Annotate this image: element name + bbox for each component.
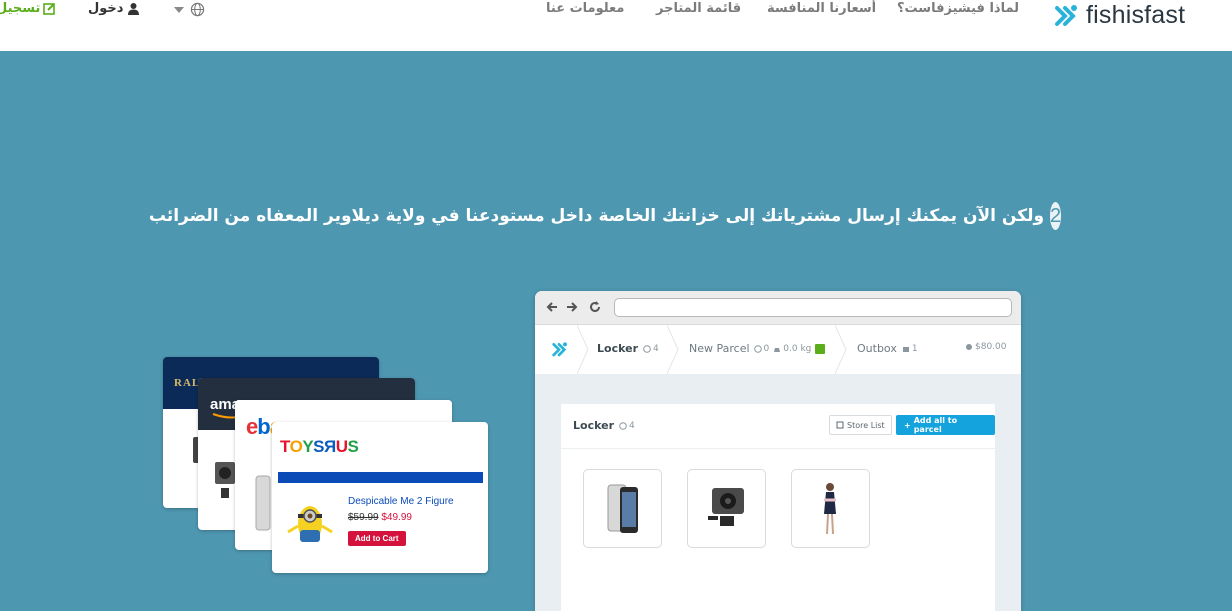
iphone-product-icon [255, 475, 271, 531]
language-selector[interactable] [174, 2, 205, 17]
minion-figure-icon [287, 506, 333, 542]
locker-panel-header: Locker 4 [573, 419, 635, 432]
store-list-button[interactable]: Store List [829, 415, 892, 435]
toysrus-banner [278, 472, 483, 483]
reload-icon[interactable] [589, 301, 601, 313]
gopro-product-icon [215, 462, 235, 498]
wallet-icon [966, 344, 972, 350]
clock-icon [619, 421, 627, 430]
store-card-toysrus: TOYSЯUS Despicable Me 2 Figure $59.99 $4… [272, 422, 488, 573]
back-arrow-icon[interactable] [546, 301, 558, 313]
chevron-down-icon [174, 6, 184, 13]
gopro-product-icon [708, 488, 744, 526]
hero-headline: 2 ولكن الآن يمكنك إرسال مشترياتك إلى خزا… [149, 202, 1062, 230]
add-to-cart-button[interactable]: Add to Cart [348, 531, 406, 546]
box-icon [902, 346, 909, 352]
new-parcel-count: 0 [763, 343, 770, 354]
parcel-status-icon [815, 343, 826, 354]
store-list-label: Store List [847, 420, 885, 430]
nav-store-list[interactable]: قائمة المتاجر [656, 1, 741, 16]
hero-headline-text: ولكن الآن يمكنك إرسال مشترياتك إلى خزانت… [148, 206, 1045, 226]
login-label: دخول [88, 1, 124, 16]
step-number-badge: 2 [1050, 202, 1062, 230]
locker-item-gopro[interactable] [687, 469, 766, 548]
add-all-to-parcel-button[interactable]: + Add all to parcel [896, 415, 995, 435]
clock-icon [643, 344, 651, 353]
globe-icon [190, 2, 205, 17]
tab-locker-label: Locker [597, 342, 638, 355]
register-link[interactable]: تسجيل [0, 1, 56, 16]
tab-divider [667, 325, 679, 374]
browser-window-mock: Locker 4 New Parcel 0 0.0 kg Outbox 1 $8… [535, 291, 1021, 611]
address-bar[interactable] [614, 298, 1012, 317]
tab-divider [577, 325, 589, 374]
nav-pricing[interactable]: أسعارنا المنافسة [767, 1, 876, 16]
fishisfast-app-logo-icon[interactable] [549, 339, 569, 359]
locker-panel-count-chip: 4 [619, 421, 635, 431]
tab-locker[interactable]: Locker 4 [597, 342, 659, 355]
add-all-label: Add all to parcel [913, 416, 958, 434]
top-navbar: fishisfast لماذا فيشيزفاست؟ أسعارنا المن… [0, 0, 1232, 51]
locker-item-dress[interactable] [791, 469, 870, 548]
locker-count: 4 [653, 343, 659, 354]
clock-icon [753, 344, 762, 353]
app-tabs: Locker 4 New Parcel 0 0.0 kg Outbox 1 $8… [535, 325, 1021, 375]
forward-arrow-icon[interactable] [566, 301, 578, 313]
locker-item-iphone[interactable] [583, 469, 662, 548]
panel-divider [561, 448, 995, 449]
new-parcel-weight-chip: 0.0 kg [773, 344, 811, 354]
user-icon [128, 3, 140, 15]
outbox-count-chip: 1 [902, 344, 918, 354]
brand-name: fishisfast [1086, 0, 1186, 29]
tab-outbox-label: Outbox [857, 342, 897, 355]
nav-about[interactable]: معلومات عنا [546, 1, 624, 16]
new-parcel-weight: 0.0 kg [783, 343, 812, 354]
fishisfast-logo-icon [1055, 5, 1077, 26]
tab-new-parcel[interactable]: New Parcel 0 0.0 kg [689, 342, 826, 355]
weight-icon [774, 347, 781, 352]
login-link[interactable]: دخول [88, 1, 140, 16]
outbox-count: 1 [911, 343, 918, 354]
edit-icon [43, 3, 56, 15]
brand[interactable]: fishisfast [1050, 0, 1185, 30]
iphone-product-icon [607, 484, 638, 533]
balance-amount: $80.00 [975, 342, 1007, 352]
register-label: تسجيل [0, 1, 41, 16]
locker-panel-count: 4 [629, 420, 635, 431]
tab-divider [835, 325, 847, 374]
nav-why-fishisfast[interactable]: لماذا فيشيزفاست؟ [897, 1, 1019, 16]
new-parcel-count-chip: 0 [753, 343, 770, 354]
locker-panel-title: Locker [573, 419, 614, 432]
toysrus-logo: TOYSЯUS [280, 437, 359, 456]
store-icon [836, 421, 844, 429]
product-new-price: $49.99 [381, 512, 412, 523]
product-old-price: $59.99 [348, 512, 379, 523]
locker-panel: Locker 4 Store List + Add all to parcel [561, 404, 995, 611]
plus-icon: + [904, 420, 911, 430]
tab-outbox[interactable]: Outbox 1 [857, 342, 918, 355]
balance-chip[interactable]: $80.00 [965, 342, 1007, 352]
tab-new-parcel-label: New Parcel [689, 342, 750, 355]
app-content-area: Locker 4 Store List + Add all to parcel [535, 374, 1021, 611]
dress-product-icon [824, 483, 836, 535]
locker-count-chip: 4 [643, 344, 659, 354]
browser-toolbar [535, 291, 1021, 325]
product-name[interactable]: Despicable Me 2 Figure [348, 496, 454, 507]
